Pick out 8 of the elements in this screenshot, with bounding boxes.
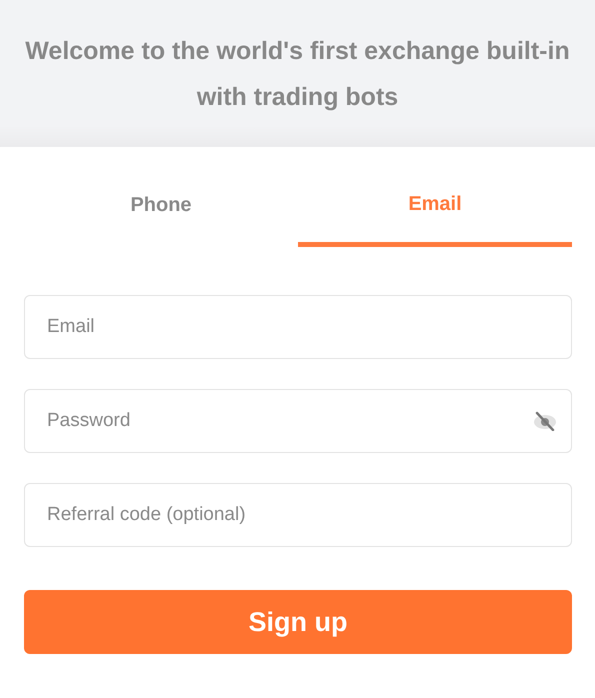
eye-hidden-icon[interactable] [532, 411, 558, 431]
input-field[interactable]: Password [24, 389, 572, 453]
input-field[interactable]: Email [24, 295, 572, 359]
tab[interactable]: Phone [24, 193, 298, 247]
welcome-heading: Welcome to the world's first exchange built-in with trading bots [24, 36, 571, 112]
sign-up-button[interactable]: Sign up [24, 590, 572, 654]
tab[interactable]: Email [298, 193, 572, 247]
input-field[interactable]: Referral code (optional) [24, 483, 572, 547]
